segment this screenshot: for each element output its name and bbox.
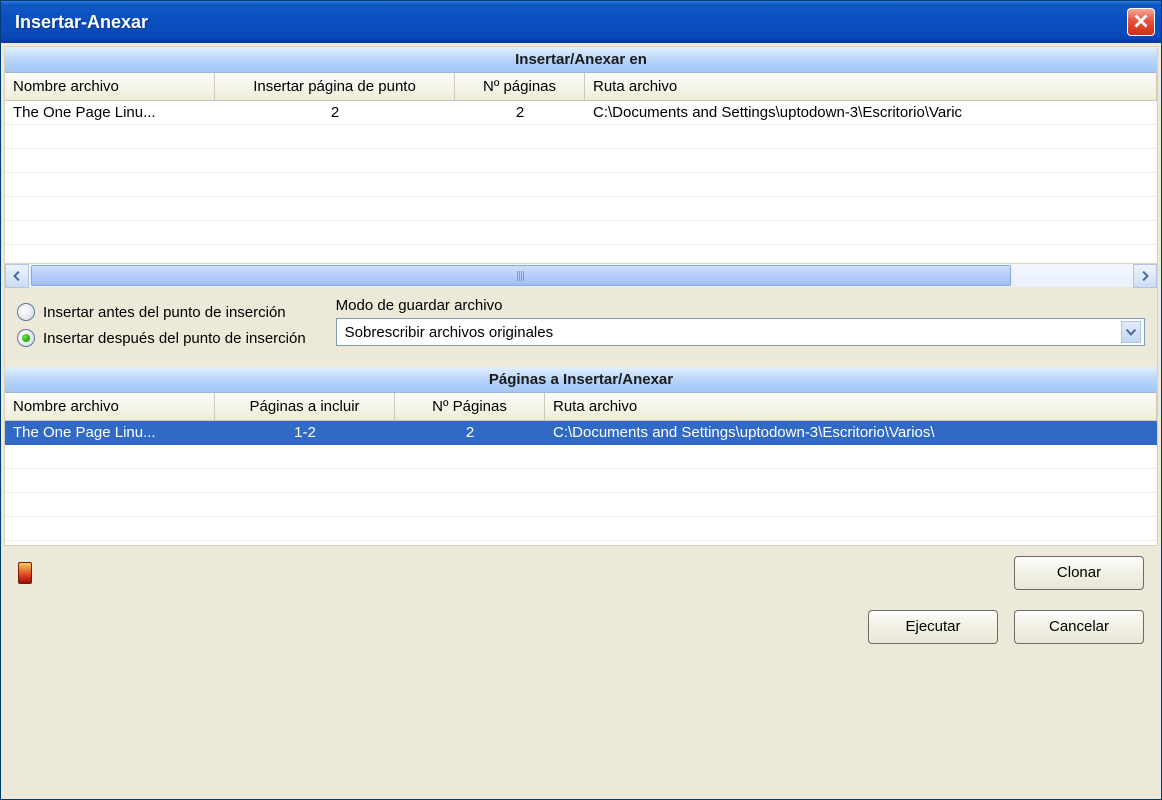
radio-insert-after[interactable]: Insertar después del punto de inserción [17,329,306,347]
bottom-col-path[interactable]: Ruta archivo [545,393,1157,420]
cell-filename: The One Page Linu... [5,101,215,124]
top-panel: Insertar/Anexar en Nombre archivo Insert… [4,46,1158,546]
titlebar[interactable]: Insertar-Anexar [1,1,1161,43]
table-row[interactable] [5,149,1157,173]
scroll-right-button[interactable] [1133,264,1157,288]
top-col-filename[interactable]: Nombre archivo [5,73,215,100]
top-hscrollbar[interactable] [5,263,1157,287]
cell-include: 1-2 [215,421,395,444]
radio-insert-before[interactable]: Insertar antes del punto de inserción [17,303,306,321]
radio-icon [17,329,35,347]
table-row[interactable] [5,445,1157,469]
bottom-col-filename[interactable]: Nombre archivo [5,393,215,420]
top-listview[interactable]: Nombre archivo Insertar página de punto … [5,73,1157,263]
cell-pages: 2 [455,101,585,124]
close-icon [1134,14,1148,31]
save-mode-label: Modo de guardar archivo [336,297,1145,314]
top-col-pages[interactable]: Nº páginas [455,73,585,100]
status-icon [18,562,32,584]
cell-path: C:\Documents and Settings\uptodown-3\Esc… [585,101,1157,124]
window-title: Insertar-Anexar [15,12,148,33]
chevron-right-icon [1140,269,1150,284]
scroll-grip-icon [517,271,525,281]
cell-filename: The One Page Linu... [5,421,215,444]
chevron-left-icon [12,269,22,284]
top-column-headers[interactable]: Nombre archivo Insertar página de punto … [5,73,1157,101]
dialog-window: Insertar-Anexar Insertar/Anexar en Nombr… [0,0,1162,800]
footer-row-actions: Ejecutar Cancelar [18,610,1144,644]
table-row[interactable] [5,197,1157,221]
table-row[interactable] [5,517,1157,541]
bottom-col-pages[interactable]: Nº Páginas [395,393,545,420]
cancel-button[interactable]: Cancelar [1014,610,1144,644]
cell-path: C:\Documents and Settings\uptodown-3\Esc… [545,421,1157,444]
table-row[interactable]: The One Page Linu... 1-2 2 C:\Documents … [5,421,1157,445]
bottom-rows: The One Page Linu... 1-2 2 C:\Documents … [5,421,1157,545]
save-mode-dropdown[interactable]: Sobrescribir archivos originales [336,318,1145,346]
save-mode-group: Modo de guardar archivo Sobrescribir arc… [336,297,1145,355]
table-row[interactable] [5,469,1157,493]
top-panel-header: Insertar/Anexar en [5,47,1157,73]
bottom-listview[interactable]: Nombre archivo Páginas a incluir Nº Pági… [5,393,1157,545]
dialog-content: Insertar/Anexar en Nombre archivo Insert… [1,43,1161,799]
top-rows: The One Page Linu... 2 2 C:\Documents an… [5,101,1157,261]
radio-label: Insertar antes del punto de inserción [43,304,286,321]
top-col-path[interactable]: Ruta archivo [585,73,1157,100]
middle-options: Insertar antes del punto de inserción In… [5,287,1157,367]
bottom-panel-header: Páginas a Insertar/Anexar [5,367,1157,393]
table-row[interactable] [5,173,1157,197]
insert-position-radios: Insertar antes del punto de inserción In… [17,297,306,355]
radio-label: Insertar después del punto de inserción [43,330,306,347]
table-row[interactable] [5,221,1157,245]
scroll-track[interactable] [29,264,1133,287]
cell-insertpoint: 2 [215,101,455,124]
top-col-insertpoint[interactable]: Insertar página de punto [215,73,455,100]
execute-button[interactable]: Ejecutar [868,610,998,644]
clone-button[interactable]: Clonar [1014,556,1144,590]
footer-row-clone: Clonar [18,556,1144,590]
table-row[interactable] [5,125,1157,149]
dialog-footer: Clonar Ejecutar Cancelar [4,546,1158,660]
cell-pages: 2 [395,421,545,444]
radio-icon [17,303,35,321]
close-button[interactable] [1127,8,1155,36]
scroll-left-button[interactable] [5,264,29,288]
dropdown-value: Sobrescribir archivos originales [345,324,553,341]
chevron-down-icon [1121,321,1141,343]
table-row[interactable]: The One Page Linu... 2 2 C:\Documents an… [5,101,1157,125]
bottom-column-headers[interactable]: Nombre archivo Páginas a incluir Nº Pági… [5,393,1157,421]
scroll-thumb[interactable] [31,265,1011,286]
table-row[interactable] [5,493,1157,517]
action-buttons: Ejecutar Cancelar [868,610,1144,644]
bottom-col-include[interactable]: Páginas a incluir [215,393,395,420]
